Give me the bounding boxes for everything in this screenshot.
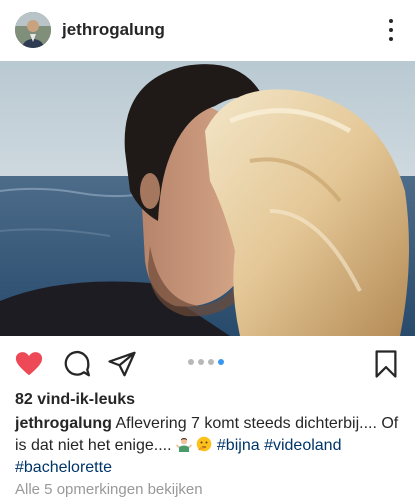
carousel-dot-active — [218, 359, 224, 365]
bookmark-icon[interactable] — [371, 349, 401, 379]
comment-bubble-icon[interactable] — [62, 349, 92, 379]
post-caption: jethrogalung Aflevering 7 komt steeds di… — [15, 413, 407, 479]
hashtag-link[interactable]: #bachelorette — [15, 459, 112, 476]
caption-username[interactable]: jethrogalung — [15, 415, 112, 432]
thinking-face-emoji-icon — [197, 436, 212, 452]
post-username[interactable]: jethrogalung — [62, 20, 165, 40]
like-count[interactable]: 82 vind-ik-leuks — [15, 391, 135, 409]
carousel-dot — [198, 359, 204, 365]
shrug-emoji-icon — [176, 437, 192, 452]
hashtag-link[interactable]: #bijna — [217, 437, 260, 454]
hashtag-link[interactable]: #videoland — [264, 437, 341, 454]
carousel-dot — [208, 359, 214, 365]
carousel-dot — [188, 359, 194, 365]
heart-filled-icon[interactable] — [14, 349, 44, 379]
post-photo[interactable] — [0, 61, 415, 336]
paper-plane-icon[interactable] — [107, 349, 137, 379]
view-comments-link[interactable]: Alle 5 opmerkingen bekijken — [15, 481, 203, 498]
photo-image — [0, 61, 415, 336]
carousel-indicator — [188, 359, 224, 365]
post-header: jethrogalung — [0, 0, 415, 60]
profile-avatar[interactable] — [15, 12, 51, 48]
avatar-image — [15, 12, 51, 48]
more-options-icon[interactable] — [385, 16, 397, 44]
